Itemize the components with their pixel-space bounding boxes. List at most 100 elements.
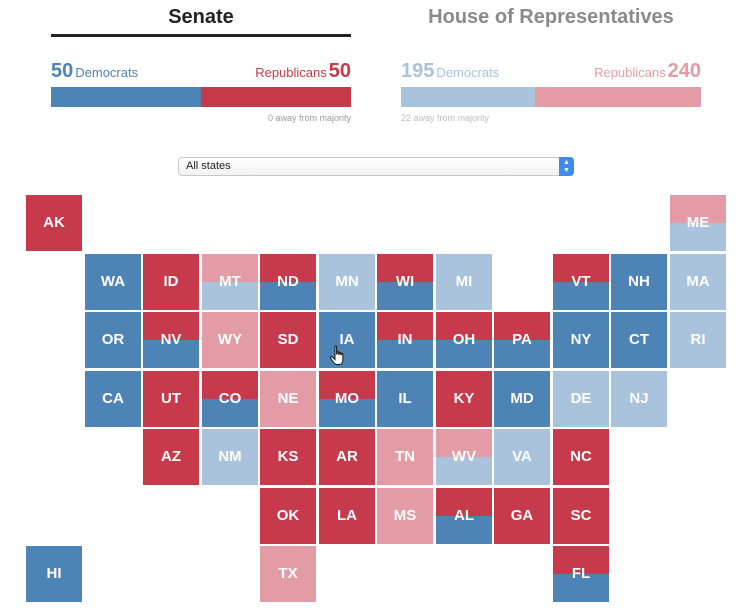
senate-dem-count-group: 50 Democrats [51,60,140,83]
state-tile-ar[interactable]: AR [319,429,375,485]
house-counts: 195 Democrats Republicans 240 [401,59,701,83]
state-tile-nm[interactable]: NM [202,429,258,485]
state-label: IL [398,390,412,407]
state-tile-mn[interactable]: MN [319,254,375,310]
state-filter-select[interactable]: All states ▲ ▼ [178,157,574,176]
state-tile-or[interactable]: OR [85,312,141,368]
state-tile-tx[interactable]: TX [260,546,316,602]
state-tile-wy[interactable]: WY [202,312,258,368]
state-tile-nd[interactable]: ND [260,254,316,310]
state-tile-ia[interactable]: IA [319,312,375,368]
senate-dem-label: Democrats [75,65,139,80]
state-tile-ny[interactable]: NY [553,312,609,368]
state-tile-md[interactable]: MD [494,371,550,427]
state-tile-wv[interactable]: WV [436,429,492,485]
state-tile-al[interactable]: AL [436,488,492,544]
senate-counts: 50 Democrats Republicans 50 [51,59,351,83]
state-label: SD [277,331,299,348]
state-label: AZ [161,448,181,465]
state-tile-ne[interactable]: NE [260,371,316,427]
state-tile-ri[interactable]: RI [670,312,726,368]
state-tile-ky[interactable]: KY [436,371,492,427]
state-tile-oh[interactable]: OH [436,312,492,368]
state-tile-de[interactable]: DE [553,371,609,427]
state-label: WV [451,448,477,465]
state-tile-nj[interactable]: NJ [611,371,667,427]
state-label: WI [395,273,415,290]
state-tile-sd[interactable]: SD [260,312,316,368]
state-tile-tn[interactable]: TN [377,429,433,485]
state-tile-mo[interactable]: MO [319,371,375,427]
senate-rep-label: Republicans [255,65,327,80]
state-label: ME [686,214,710,231]
state-tile-ut[interactable]: UT [143,371,199,427]
state-tile-ct[interactable]: CT [611,312,667,368]
state-label: CA [102,390,124,407]
tab-house[interactable]: House of Representatives [401,0,701,37]
state-label: OH [452,331,476,348]
state-tile-ca[interactable]: CA [85,371,141,427]
senate-dem-bar [51,87,201,107]
state-tile-az[interactable]: AZ [143,429,199,485]
state-label: OK [276,507,300,524]
state-tile-la[interactable]: LA [319,488,375,544]
state-label: AL [454,507,474,524]
state-tile-va[interactable]: VA [494,429,550,485]
state-label: NJ [629,390,649,407]
hand-pointer-icon [329,345,344,365]
state-tile-vt[interactable]: VT [553,254,609,310]
state-label: HI [46,565,62,582]
state-label: VA [512,448,532,465]
house-dem-count: 195 [401,60,435,82]
state-label: IN [397,331,413,348]
state-tile-wa[interactable]: WA [85,254,141,310]
state-tile-me[interactable]: ME [670,195,726,251]
state-label: PA [512,331,532,348]
state-label: MA [686,273,710,290]
state-tile-ok[interactable]: OK [260,488,316,544]
state-tile-ma[interactable]: MA [670,254,726,310]
state-tile-in[interactable]: IN [377,312,433,368]
state-label: NE [277,390,299,407]
state-label: VT [571,273,591,290]
state-tile-fl[interactable]: FL [553,546,609,602]
state-tile-ak[interactable]: AK [26,195,82,251]
state-tile-pa[interactable]: PA [494,312,550,368]
state-label: AR [336,448,358,465]
senate-rep-count-group: Republicans 50 [253,60,351,83]
state-tile-nc[interactable]: NC [553,429,609,485]
state-tile-il[interactable]: IL [377,371,433,427]
state-tile-mt[interactable]: MT [202,254,258,310]
house-balance-bar [401,87,701,107]
tab-senate[interactable]: Senate [51,0,351,37]
state-label: ID [163,273,179,290]
house-rep-count-group: Republicans 240 [592,60,701,83]
state-label: KS [277,448,299,465]
state-tile-co[interactable]: CO [202,371,258,427]
state-label: TN [395,448,415,465]
state-label: NC [570,448,592,465]
state-tile-mi[interactable]: MI [436,254,492,310]
state-label: CO [218,390,242,407]
state-tile-ks[interactable]: KS [260,429,316,485]
state-label: OR [101,331,125,348]
state-tile-hi[interactable]: HI [26,546,82,602]
state-label: MI [455,273,473,290]
state-tile-sc[interactable]: SC [553,488,609,544]
state-label: IA [339,331,355,348]
state-label: FL [571,565,591,582]
senate-balance-bar [51,87,351,107]
state-tile-nv[interactable]: NV [143,312,199,368]
state-label: WY [217,331,243,348]
state-label: NY [570,331,592,348]
state-tile-ga[interactable]: GA [494,488,550,544]
state-label: GA [510,507,534,524]
state-label: MD [510,390,534,407]
house-dem-label: Democrats [436,65,500,80]
state-tile-id[interactable]: ID [143,254,199,310]
state-label: UT [161,390,181,407]
state-tile-nh[interactable]: NH [611,254,667,310]
state-label: NH [628,273,650,290]
state-tile-ms[interactable]: MS [377,488,433,544]
state-tile-wi[interactable]: WI [377,254,433,310]
